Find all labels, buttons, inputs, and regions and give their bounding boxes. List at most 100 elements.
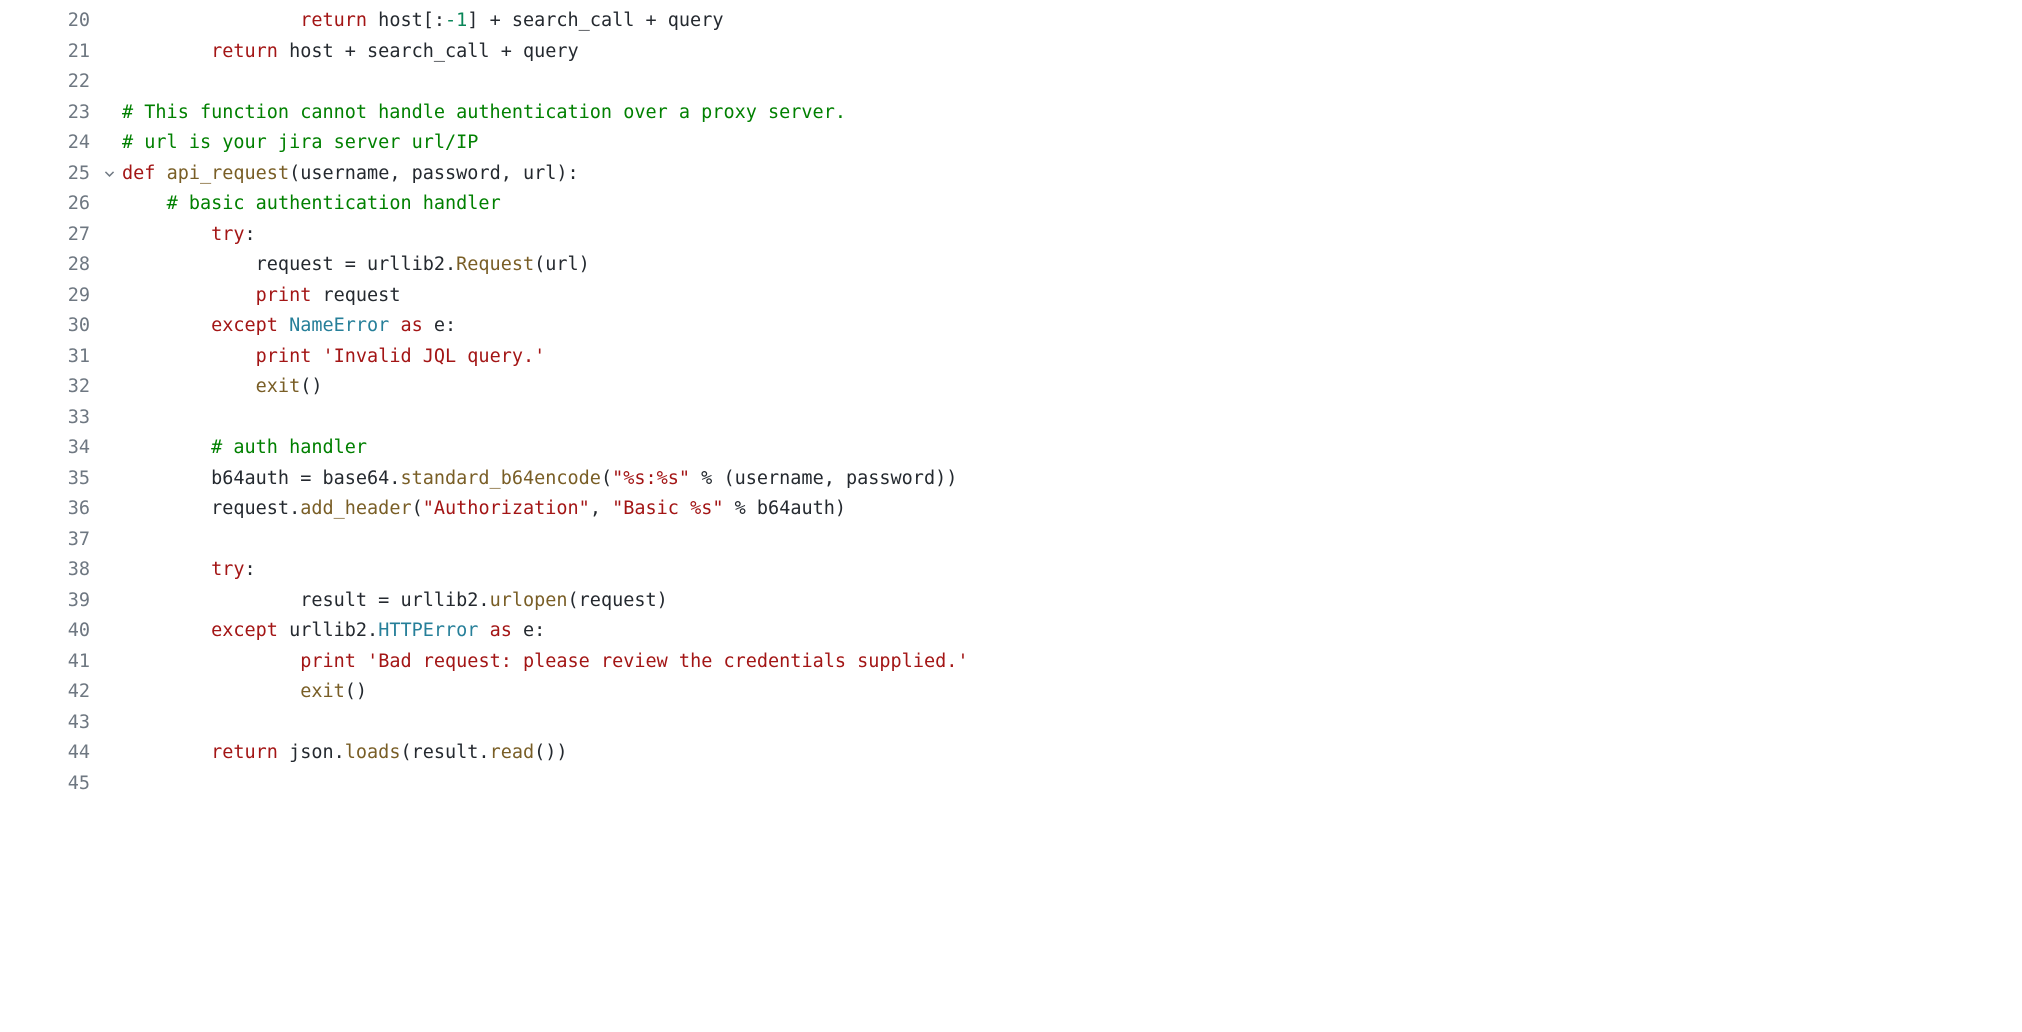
code-line[interactable]: exit() — [122, 372, 2022, 403]
code-token: 'Bad request: please review the credenti… — [367, 647, 968, 678]
code-token: b64auth = base64. — [122, 464, 400, 495]
code-token — [122, 738, 211, 769]
fold-marker — [96, 98, 122, 129]
code-token: standard_b64encode — [400, 464, 600, 495]
code-token: () — [300, 372, 322, 403]
line-number: 38 — [0, 555, 90, 586]
code-token: exit — [256, 372, 301, 403]
code-token: read — [490, 738, 535, 769]
fold-marker — [96, 6, 122, 37]
code-token: as — [490, 616, 512, 647]
code-token: # auth handler — [211, 433, 367, 464]
code-line[interactable]: # This function cannot handle authentica… — [122, 98, 2022, 129]
code-token — [122, 6, 300, 37]
code-token: "Basic %s" — [612, 494, 723, 525]
fold-marker — [96, 372, 122, 403]
code-token: request — [311, 281, 400, 312]
code-editor[interactable]: 2021222324252627282930313233343536373839… — [0, 0, 2022, 799]
line-number: 42 — [0, 677, 90, 708]
code-token — [389, 311, 400, 342]
code-token — [356, 647, 367, 678]
code-line[interactable]: print 'Invalid JQL query.' — [122, 342, 2022, 373]
code-token — [478, 616, 489, 647]
code-line[interactable]: print 'Bad request: please review the cr… — [122, 647, 2022, 678]
code-token: ( — [601, 464, 612, 495]
code-token: print — [256, 281, 312, 312]
fold-marker — [96, 250, 122, 281]
line-number: 26 — [0, 189, 90, 220]
line-number: 43 — [0, 708, 90, 739]
line-number: 27 — [0, 220, 90, 251]
code-line[interactable]: try: — [122, 220, 2022, 251]
code-token: print — [300, 647, 356, 678]
fold-marker — [96, 433, 122, 464]
code-token: HTTPError — [378, 616, 478, 647]
code-line[interactable]: exit() — [122, 677, 2022, 708]
line-number: 45 — [0, 769, 90, 800]
code-line[interactable]: request.add_header("Authorization", "Bas… — [122, 494, 2022, 525]
code-line[interactable]: # basic authentication handler — [122, 189, 2022, 220]
code-line[interactable]: b64auth = base64.standard_b64encode("%s:… — [122, 464, 2022, 495]
code-token: urlopen — [490, 586, 568, 617]
code-token — [122, 311, 211, 342]
code-token: host + search_call + query — [278, 37, 579, 68]
code-line[interactable]: return host[:-1] + search_call + query — [122, 6, 2022, 37]
code-line[interactable]: try: — [122, 555, 2022, 586]
code-line[interactable] — [122, 403, 2022, 434]
fold-marker — [96, 555, 122, 586]
fold-marker — [96, 586, 122, 617]
fold-marker — [96, 464, 122, 495]
code-token: try — [211, 220, 244, 251]
code-token: def — [122, 159, 155, 190]
code-line[interactable]: except urllib2.HTTPError as e: — [122, 616, 2022, 647]
fold-marker — [96, 311, 122, 342]
code-line[interactable] — [122, 769, 2022, 800]
line-number: 24 — [0, 128, 90, 159]
code-token: e: — [423, 311, 456, 342]
fold-marker[interactable] — [96, 159, 122, 190]
code-token: : — [245, 220, 256, 251]
code-line[interactable]: print request — [122, 281, 2022, 312]
line-number: 36 — [0, 494, 90, 525]
code-line[interactable]: return host + search_call + query — [122, 37, 2022, 68]
code-token — [311, 342, 322, 373]
fold-marker — [96, 494, 122, 525]
code-token: host[: — [367, 6, 445, 37]
code-token: "Authorization" — [423, 494, 590, 525]
code-line[interactable] — [122, 708, 2022, 739]
code-line[interactable]: def api_request(username, password, url)… — [122, 159, 2022, 190]
line-number: 22 — [0, 67, 90, 98]
code-line[interactable]: request = urllib2.Request(url) — [122, 250, 2022, 281]
code-token: urllib2. — [278, 616, 378, 647]
line-number: 28 — [0, 250, 90, 281]
fold-marker — [96, 281, 122, 312]
code-line[interactable]: # url is your jira server url/IP — [122, 128, 2022, 159]
code-line[interactable]: result = urllib2.urlopen(request) — [122, 586, 2022, 617]
line-number: 23 — [0, 98, 90, 129]
code-token — [122, 189, 167, 220]
line-number-gutter: 2021222324252627282930313233343536373839… — [0, 6, 96, 799]
line-number: 35 — [0, 464, 90, 495]
code-line[interactable]: except NameError as e: — [122, 311, 2022, 342]
code-token: ( — [412, 494, 423, 525]
fold-marker — [96, 37, 122, 68]
code-token: (request) — [568, 586, 668, 617]
code-area[interactable]: return host[:-1] + search_call + query r… — [122, 6, 2022, 799]
code-token — [278, 311, 289, 342]
fold-marker — [96, 67, 122, 98]
chevron-down-icon[interactable] — [103, 167, 116, 180]
line-number: 39 — [0, 586, 90, 617]
line-number: 37 — [0, 525, 90, 556]
fold-marker — [96, 677, 122, 708]
code-token — [122, 677, 300, 708]
code-token: return — [300, 6, 367, 37]
code-line[interactable]: return json.loads(result.read()) — [122, 738, 2022, 769]
line-number: 44 — [0, 738, 90, 769]
code-line[interactable]: # auth handler — [122, 433, 2022, 464]
code-line[interactable] — [122, 525, 2022, 556]
line-number: 21 — [0, 37, 90, 68]
code-line[interactable] — [122, 67, 2022, 98]
code-token: # basic authentication handler — [167, 189, 501, 220]
fold-marker — [96, 647, 122, 678]
code-token: # This function cannot handle authentica… — [122, 98, 846, 129]
